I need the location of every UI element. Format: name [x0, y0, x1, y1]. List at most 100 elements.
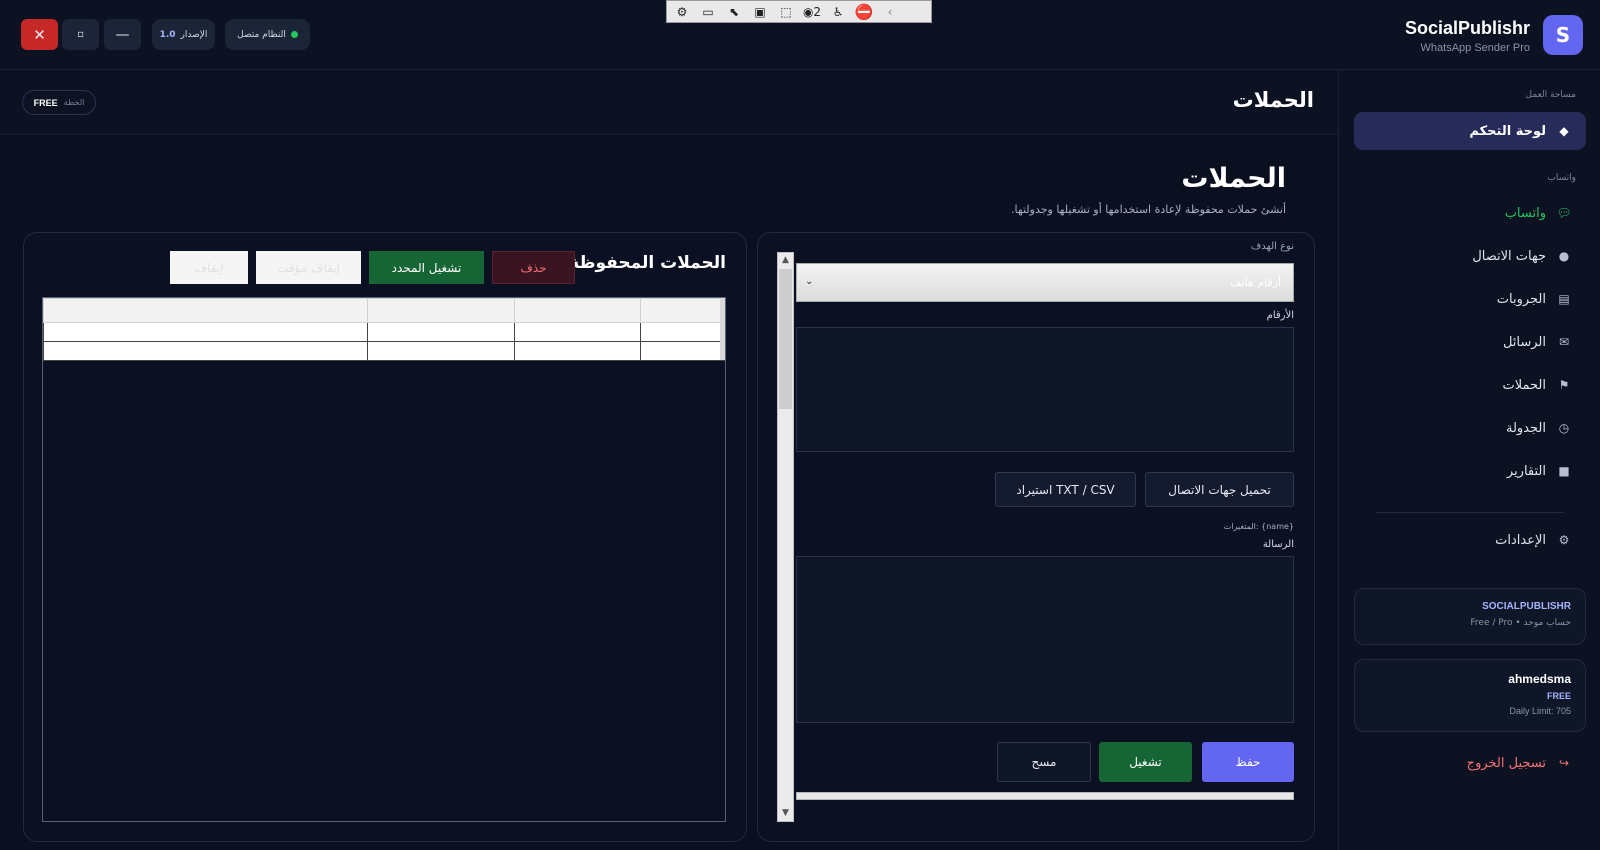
clear-button[interactable]: مسح	[997, 742, 1091, 782]
table-row[interactable]	[42, 341, 725, 361]
load-contacts-button[interactable]: تحميل جهات الاتصال	[1145, 472, 1294, 507]
table-header-cell[interactable]	[367, 298, 516, 323]
gear-icon: ⚙	[1558, 533, 1570, 547]
brand-subtitle: WhatsApp Sender Pro	[1420, 42, 1530, 54]
close-icon: ✕	[33, 25, 46, 44]
sidebar-item-contacts[interactable]: ● جهات الاتصال	[1354, 237, 1586, 275]
sidebar-item-settings[interactable]: ⚙ الإعدادات	[1354, 521, 1586, 559]
sidebar-section-workspace: مساحة العمل	[1525, 90, 1576, 100]
page-subtitle: أنشئ حملات محفوظة لإعادة استخدامها أو تش…	[1011, 203, 1286, 216]
content-header: الحملات الخطة FREE	[0, 70, 1338, 135]
sidebar-item-schedule[interactable]: ◷ الجدولة	[1354, 409, 1586, 447]
chat-bubble-icon: 💬︎	[1556, 206, 1572, 220]
sidebar-item-groups[interactable]: ▤ الجروبات	[1354, 280, 1586, 318]
form-scrollbar[interactable]: ▲ ▼	[777, 252, 794, 822]
daily-limit: Daily Limit: 705	[1509, 706, 1571, 716]
sidebar-item-campaigns[interactable]: ⚑ الحملات	[1354, 366, 1586, 404]
sidebar-item-reports[interactable]: ■ التقارير	[1354, 452, 1586, 490]
delete-button[interactable]: حذف	[492, 251, 575, 284]
message-textarea[interactable]	[796, 556, 1294, 723]
record-badge-icon[interactable]: ◉ 2	[801, 2, 823, 21]
table-header-cell[interactable]	[640, 298, 725, 323]
table-header-cell[interactable]	[42, 298, 369, 323]
username: ahmedsma	[1508, 672, 1571, 686]
logout-button[interactable]: ↪ تسجيل الخروج	[1354, 744, 1586, 782]
table-header-cell[interactable]	[514, 298, 642, 323]
scrollbar-thumb[interactable]	[779, 269, 792, 409]
sidebar-item-label: لوحة التحكم	[1469, 123, 1546, 139]
user-card: ahmedsma FREE Daily Limit: 705	[1354, 659, 1586, 732]
settings-icon[interactable]: ⚙	[671, 2, 693, 21]
clock-icon: ◷	[1558, 421, 1570, 435]
sidebar-item-label: الإعدادات	[1495, 532, 1546, 548]
capture-toolbar: ⚙ ▭ ⬉ ▣ ⬚ ◉ 2 ♿ ⛔ ‹	[666, 0, 932, 23]
saved-campaigns-panel: الحملات المحفوظة حذف تشغيل المحدد إيقاف …	[23, 232, 747, 842]
sidebar-item-dashboard[interactable]: ◆ لوحة التحكم	[1354, 112, 1586, 150]
run-button[interactable]: تشغيل	[1099, 742, 1192, 782]
sidebar-item-label: جهات الاتصال	[1472, 248, 1546, 264]
flag-icon: ⚑	[1558, 378, 1570, 392]
header-title: الحملات	[1232, 88, 1314, 112]
table-cell	[514, 341, 642, 361]
sidebar-item-whatsapp[interactable]: 💬︎ واتساب	[1354, 194, 1586, 232]
report-icon: ■	[1558, 464, 1570, 478]
select-icon[interactable]: ⬚	[775, 2, 797, 21]
user-plan: FREE	[1546, 691, 1571, 701]
stop-icon[interactable]: ⛔	[853, 2, 875, 21]
account-card: SOCIALPUBLISHR حساب موحد • Free / Pro	[1354, 588, 1586, 645]
sidebar-divider	[1376, 512, 1564, 513]
pause-button[interactable]: إيقاف مؤقت	[256, 251, 361, 284]
table-cell	[640, 341, 725, 361]
logout-label: تسجيل الخروج	[1466, 755, 1546, 771]
chevron-down-icon: ⌄	[805, 276, 814, 287]
sidebar-item-label: التقارير	[1506, 463, 1546, 479]
scroll-down-icon[interactable]: ▼	[778, 806, 793, 821]
sidebar: مساحة العمل ◆ لوحة التحكم واتساب 💬︎ واتس…	[1338, 70, 1600, 850]
scroll-up-icon[interactable]: ▲	[778, 253, 793, 268]
numbers-textarea[interactable]	[796, 327, 1294, 452]
table-cell	[640, 322, 725, 342]
collapse-icon[interactable]: ‹	[879, 2, 901, 21]
form-horizontal-scrollbar[interactable]	[796, 792, 1294, 800]
minimize-button[interactable]: —	[104, 19, 141, 50]
import-file-button[interactable]: استيراد TXT / CSV	[995, 472, 1136, 507]
system-status-badge: النظام متصل	[225, 19, 310, 50]
close-button[interactable]: ✕	[21, 19, 58, 50]
maximize-icon: ▫	[77, 29, 84, 40]
target-type-value: أرقام هاتف	[1230, 276, 1281, 289]
table-cell	[42, 322, 369, 342]
plan-label: الخطة	[63, 98, 85, 107]
brand-name: SocialPublishr	[1404, 18, 1530, 38]
campaigns-table[interactable]	[42, 297, 726, 822]
target-type-select[interactable]: أرقام هاتف ⌄	[796, 263, 1294, 302]
stop-button[interactable]: إيقاف	[170, 251, 248, 284]
frame-icon[interactable]: ▣	[749, 2, 771, 21]
sidebar-item-messages[interactable]: ✉ الرسائل	[1354, 323, 1586, 361]
sidebar-item-label: الرسائل	[1502, 334, 1546, 350]
page-title: الحملات	[1181, 163, 1286, 194]
table-cell	[514, 322, 642, 342]
envelope-icon: ✉	[1558, 335, 1570, 349]
sidebar-section-whatsapp: واتساب	[1547, 173, 1576, 183]
campaign-form-panel: ▲ ▼ نوع الهدف أرقام هاتف ⌄ الأرقام تحميل…	[757, 232, 1315, 842]
table-cell	[367, 322, 516, 342]
accessibility-icon[interactable]: ♿	[827, 2, 849, 21]
message-label: الرسالة	[1262, 539, 1294, 550]
maximize-button[interactable]: ▫	[62, 19, 99, 50]
brand-logo-letter: S	[1555, 23, 1571, 47]
numbers-label: الأرقام	[1266, 310, 1294, 321]
table-scrollbar[interactable]	[720, 298, 725, 360]
sidebar-item-label: الجدولة	[1506, 420, 1546, 436]
plan-value: FREE	[33, 97, 58, 108]
run-selected-button[interactable]: تشغيل المحدد	[369, 251, 484, 284]
table-row[interactable]	[42, 322, 725, 342]
logout-icon: ↪	[1558, 756, 1570, 770]
brand-logo: S	[1543, 15, 1583, 55]
variables-hint: المتغيرات: {name}	[1223, 522, 1294, 531]
diamond-icon: ◆	[1559, 124, 1569, 138]
save-button[interactable]: حفظ	[1202, 742, 1294, 782]
plan-badge: الخطة FREE	[22, 90, 96, 115]
record-icon[interactable]: ▭	[697, 2, 719, 21]
version-badge: الإصدار 1.0	[152, 19, 215, 50]
pointer-icon[interactable]: ⬉	[723, 2, 745, 21]
